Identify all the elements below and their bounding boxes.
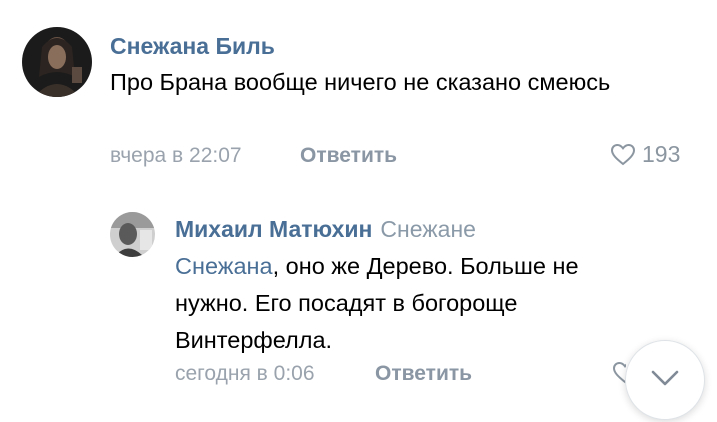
reply-button[interactable]: Ответить xyxy=(300,144,397,168)
comment-timestamp: сегодня в 0:06 xyxy=(175,362,315,385)
reply-comment: Михаил Матюхин Снежане Снежана, оно же Де… xyxy=(0,200,717,422)
avatar[interactable] xyxy=(22,27,92,97)
scroll-down-button[interactable] xyxy=(625,340,705,420)
reply-button[interactable]: Ответить xyxy=(375,362,472,386)
comment-author[interactable]: Михаил Матюхин Снежане xyxy=(175,216,476,243)
comment: Снежана Биль Про Брана вообще ничего не … xyxy=(0,0,717,200)
like-button[interactable]: 193 xyxy=(610,141,680,168)
heart-icon xyxy=(610,143,636,166)
mention-link[interactable]: Снежана xyxy=(175,253,273,279)
reply-to-label[interactable]: Снежане xyxy=(380,216,476,242)
avatar[interactable] xyxy=(110,212,155,257)
comment-timestamp: вчера в 22:07 xyxy=(110,144,242,167)
comment-author[interactable]: Снежана Биль xyxy=(110,33,275,60)
heart-icon[interactable] xyxy=(612,361,626,385)
chevron-down-icon xyxy=(650,369,680,392)
comment-text: Про Брана вообще ничего не сказано смеюс… xyxy=(110,69,611,95)
like-count: 193 xyxy=(642,141,681,167)
user-avatar-icon xyxy=(22,27,92,97)
comment-text: Снежана, оно же Дерево. Больше не нужно.… xyxy=(175,248,655,359)
author-name[interactable]: Михаил Матюхин xyxy=(175,216,372,242)
user-avatar-icon xyxy=(110,212,155,257)
